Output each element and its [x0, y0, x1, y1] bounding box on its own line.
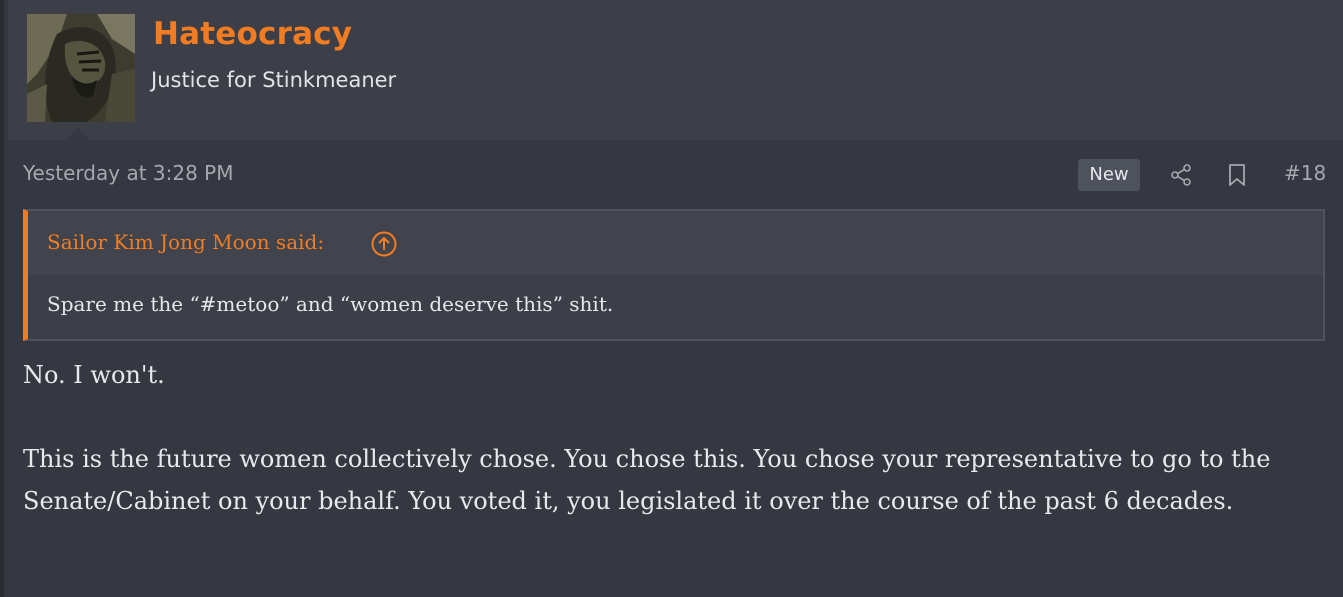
user-header: Hateocracy Justice for Stinkmeaner	[8, 0, 1343, 140]
message-paragraph: No. I won't.	[23, 361, 165, 389]
post-timestamp[interactable]: Yesterday at 3:28 PM	[23, 161, 234, 185]
message-paragraph: This is the future women collectively ch…	[23, 445, 1271, 515]
share-icon	[1171, 164, 1191, 186]
new-badge: New	[1078, 159, 1140, 191]
forum-post: Hateocracy Justice for Stinkmeaner Yeste…	[0, 0, 1343, 597]
jump-to-quote-button[interactable]	[370, 230, 398, 258]
avatar-pointer	[66, 128, 90, 140]
username-link[interactable]: Hateocracy	[153, 16, 352, 52]
avatar[interactable]	[27, 14, 135, 122]
bookmark-button[interactable]	[1223, 160, 1251, 190]
quote-block: Sailor Kim Jong Moon said: Spare me the …	[23, 209, 1325, 341]
user-title: Justice for Stinkmeaner	[151, 68, 397, 92]
post-number-link[interactable]: #18	[1284, 161, 1326, 185]
quote-text: Spare me the “#metoo” and “women deserve…	[47, 292, 614, 316]
quote-author-link[interactable]: Sailor Kim Jong Moon said:	[47, 230, 324, 254]
arrow-up-circle-icon	[371, 231, 397, 257]
avatar-image-icon	[27, 14, 135, 122]
message-body: No. I won't. This is the future women co…	[23, 354, 1323, 522]
share-button[interactable]	[1167, 160, 1195, 190]
bookmark-icon	[1229, 164, 1245, 186]
